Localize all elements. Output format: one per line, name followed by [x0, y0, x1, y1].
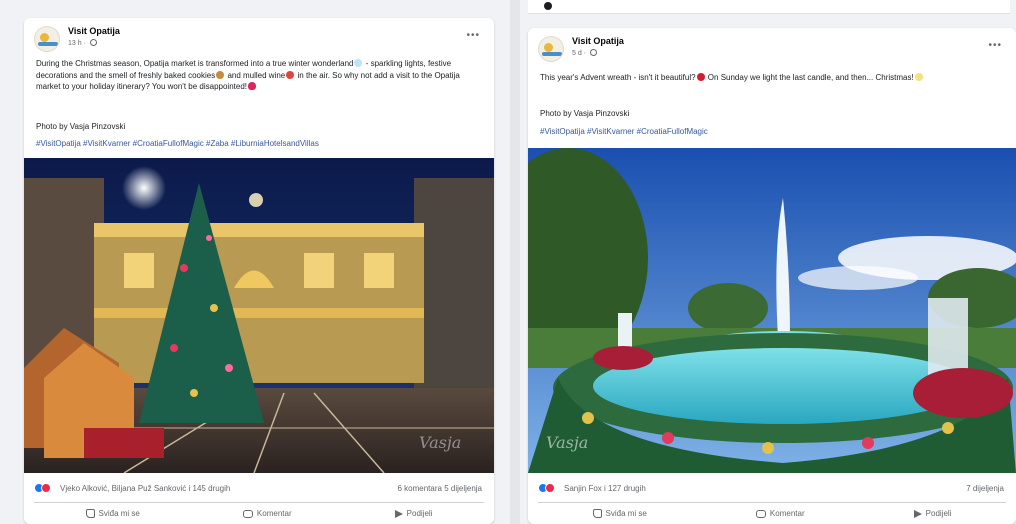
love-icon: [41, 483, 51, 493]
photo-watermark: Vasja: [419, 433, 461, 452]
avatar[interactable]: [34, 26, 60, 52]
thumb-icon: [85, 509, 95, 518]
post-text: During the Christmas season, Opatija mar…: [36, 59, 460, 91]
reaction-icons[interactable]: [34, 483, 51, 493]
reactions-bar: Vjeko Alković, Biljana Puž Sanković i 14…: [24, 478, 494, 500]
avatar[interactable]: [538, 36, 564, 62]
post-text: This year's Advent wreath - isn't it bea…: [540, 72, 1002, 84]
column-divider: [510, 0, 520, 524]
reactors-summary[interactable]: Vjeko Alković, Biljana Puž Sanković i 14…: [60, 484, 230, 493]
post-header: Visit Opatija 13 h · •••: [24, 18, 494, 56]
like-button[interactable]: Sviđa mi se: [592, 509, 647, 518]
ribbon-icon: [696, 73, 705, 81]
globe-icon: [89, 39, 97, 46]
share-button[interactable]: Podijeli: [913, 509, 951, 518]
comment-button[interactable]: Komentar: [755, 509, 805, 518]
reactors-summary[interactable]: Sanjin Fox i 127 drugih: [564, 484, 646, 493]
hashtags[interactable]: #VisitOpatija #VisitKvarner #CroatiaFull…: [36, 139, 319, 148]
globe-icon: [589, 49, 597, 56]
more-icon[interactable]: •••: [988, 40, 1002, 51]
page-name[interactable]: Visit Opatija: [572, 36, 624, 46]
christmas-market-image: Vasja: [24, 158, 494, 473]
like-button[interactable]: Sviđa mi se: [85, 509, 140, 518]
post-photo-advent-fountain[interactable]: Vasja: [528, 148, 1016, 473]
photo-credit: Photo by Vasja Pinzovski: [36, 122, 126, 131]
post-time[interactable]: 13 h ·: [68, 39, 97, 47]
reactions-bar: Sanjin Fox i 127 drugih 7 dijeljenja: [528, 478, 1016, 500]
candle-icon: [914, 73, 923, 81]
advent-fountain-image: Vasja: [528, 148, 1016, 473]
share-icon: [913, 509, 922, 518]
avatar-edge: [544, 2, 552, 10]
post-advent-wreath: Visit Opatija 5 d · ••• This year's Adve…: [528, 28, 1016, 524]
heart-icon: [248, 82, 256, 90]
action-bar: Sviđa mi se Komentar Podijeli: [538, 502, 1006, 524]
more-icon[interactable]: •••: [466, 30, 480, 41]
sparkle-icon: [286, 70, 295, 79]
post-time[interactable]: 5 d ·: [572, 49, 597, 57]
comment-share-counts[interactable]: 6 komentara 5 dijeljenja: [398, 484, 483, 493]
action-bar: Sviđa mi se Komentar Podijeli: [34, 502, 484, 524]
reaction-icons[interactable]: [538, 483, 555, 493]
previous-post-edge: [528, 0, 1010, 14]
snowflake-icon: [354, 59, 363, 67]
thumb-icon: [592, 509, 602, 518]
photo-watermark: Vasja: [546, 433, 588, 452]
comment-button[interactable]: Komentar: [242, 509, 292, 518]
share-button[interactable]: Podijeli: [394, 509, 432, 518]
share-count[interactable]: 7 dijeljenja: [966, 484, 1004, 493]
hashtags[interactable]: #VisitOpatija #VisitKvarner #CroatiaFull…: [540, 127, 708, 136]
comment-icon: [242, 509, 253, 518]
post-header: Visit Opatija 5 d · •••: [528, 28, 1016, 66]
love-icon: [545, 483, 555, 493]
share-icon: [394, 509, 403, 518]
post-market: Visit Opatija 13 h · ••• During the Chri…: [24, 18, 494, 524]
photo-credit: Photo by Vasja Pinzovski: [540, 109, 630, 118]
comment-icon: [755, 509, 766, 518]
page-name[interactable]: Visit Opatija: [68, 26, 120, 36]
cookie-icon: [216, 70, 225, 79]
post-photo-christmas-market[interactable]: Vasja: [24, 158, 494, 473]
